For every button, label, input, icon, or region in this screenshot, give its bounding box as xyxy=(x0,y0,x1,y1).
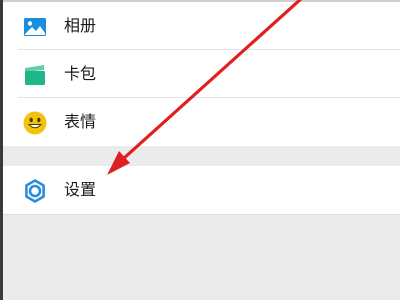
menu-item-settings[interactable]: 设置 xyxy=(3,166,400,214)
menu-item-label: 设置 xyxy=(64,180,97,199)
menu-group-main: 相册 卡包 表情 xyxy=(3,2,400,146)
gear-icon xyxy=(22,178,48,204)
card-wallet-icon xyxy=(22,62,48,88)
photo-album-icon xyxy=(22,14,48,40)
menu-group-settings: 设置 xyxy=(3,166,400,214)
menu-item-label: 表情 xyxy=(64,112,97,131)
bottom-divider xyxy=(3,214,400,215)
emoji-smiley-icon xyxy=(22,110,48,136)
menu-item-label: 卡包 xyxy=(64,64,97,83)
menu-item-card-wallet[interactable]: 卡包 xyxy=(3,50,400,98)
menu-item-album[interactable]: 相册 xyxy=(3,2,400,50)
menu-item-emoji[interactable]: 表情 xyxy=(3,98,400,146)
menu-item-label: 相册 xyxy=(64,16,97,35)
